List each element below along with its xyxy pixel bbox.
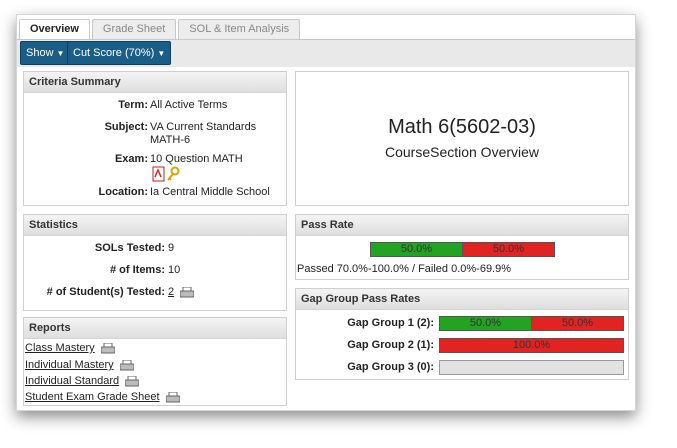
class-mastery-link[interactable]: Class Mastery — [25, 342, 95, 354]
students-tested-label: # of Student(s) Tested: — [46, 286, 165, 298]
pass-rate-header: Pass Rate — [296, 215, 628, 236]
course-subtitle: CourseSection Overview — [384, 144, 540, 160]
report-student-exam-grade-sheet: Student Exam Grade Sheet — [25, 391, 180, 403]
gap-group-2-bar: 100.0% — [439, 338, 624, 353]
printer-icon[interactable] — [165, 391, 180, 403]
individual-mastery-link[interactable]: Individual Mastery — [25, 359, 114, 371]
course-title: Math 6(5602-03) — [388, 116, 536, 138]
gap-group-1-bar: 50.0% 50.0% — [439, 316, 624, 331]
location-label: Location: — [98, 186, 149, 198]
pdf-icon[interactable] — [152, 166, 165, 182]
show-button-label: Show — [26, 47, 54, 59]
key-icon[interactable] — [167, 166, 180, 181]
tab-overview[interactable]: Overview — [19, 19, 90, 41]
statistics-panel: Statistics SOLs Tested: 9 # of Items: 10… — [23, 214, 287, 311]
gap-group-header: Gap Group Pass Rates — [296, 289, 628, 310]
criteria-summary-header: Criteria Summary — [24, 72, 286, 93]
subject-value-line2: MATH-6 — [150, 134, 191, 146]
gap-group-1-pass-segment: 50.0% — [440, 317, 532, 330]
tab-grade-sheet[interactable]: Grade Sheet — [91, 19, 177, 39]
items-label: # of Items: — [109, 264, 165, 276]
reports-header: Reports — [24, 318, 286, 339]
report-individual-mastery: Individual Mastery — [25, 359, 134, 371]
gap-group-panel: Gap Group Pass Rates Gap Group 1 (2): 50… — [295, 288, 629, 380]
student-exam-grade-sheet-link[interactable]: Student Exam Grade Sheet — [25, 391, 160, 403]
pass-fail-range: Passed 70.0%-100.0% / Failed 0.0%-69.9% — [297, 263, 512, 275]
tab-sol-item-analysis[interactable]: SOL & Item Analysis — [178, 19, 301, 39]
criteria-summary-panel: Criteria Summary Term: All Active Terms … — [23, 71, 287, 206]
gap-group-1-label: Gap Group 1 (2): — [347, 317, 434, 329]
term-label: Term: — [118, 99, 148, 111]
term-value: All Active Terms — [150, 99, 228, 111]
printer-icon[interactable] — [100, 342, 115, 354]
report-class-mastery: Class Mastery — [25, 342, 115, 354]
cut-score-label: Cut Score (70%) — [73, 47, 155, 59]
printer-icon[interactable] — [119, 359, 134, 371]
sols-tested-value: 9 — [168, 242, 175, 254]
exam-label: Exam: — [114, 153, 148, 165]
students-tested-link[interactable]: 2 — [168, 286, 174, 298]
toolbar: Show ▼ Cut Score (70%) ▼ — [17, 40, 635, 67]
fail-segment: 50.0% — [463, 243, 554, 256]
pass-rate-panel: Pass Rate 50.0% 50.0% Passed 70.0%-100.0… — [295, 214, 629, 280]
tab-bar: Overview Grade Sheet SOL & Item Analysis — [19, 19, 302, 41]
cut-score-button[interactable]: Cut Score (70%) ▼ — [67, 41, 172, 65]
gap-group-3-label: Gap Group 3 (0): — [347, 361, 434, 373]
printer-icon[interactable] — [180, 286, 195, 298]
exam-icons — [152, 166, 180, 182]
pass-segment: 50.0% — [371, 243, 463, 256]
report-individual-standard: Individual Standard — [25, 375, 140, 387]
chevron-down-icon: ▼ — [56, 49, 65, 58]
statistics-header: Statistics — [24, 215, 286, 236]
chevron-down-icon: ▼ — [157, 49, 166, 58]
subject-label: Subject: — [104, 121, 148, 133]
app-frame: Overview Grade Sheet SOL & Item Analysis… — [16, 14, 636, 411]
gap-group-3-bar — [439, 360, 624, 375]
printer-icon[interactable] — [125, 375, 140, 387]
students-tested-cell: 2 — [168, 286, 195, 298]
gap-group-3-empty-segment — [440, 361, 623, 374]
show-button[interactable]: Show ▼ — [20, 41, 71, 65]
pass-rate-bar: 50.0% 50.0% — [370, 242, 555, 257]
exam-value: 10 Question MATH — [150, 153, 243, 165]
course-title-panel: Math 6(5602-03) CourseSection Overview — [295, 71, 629, 206]
sols-tested-label: SOLs Tested: — [94, 242, 165, 254]
gap-group-1-fail-segment: 50.0% — [532, 317, 623, 330]
gap-group-2-fail-segment: 100.0% — [440, 339, 623, 352]
individual-standard-link[interactable]: Individual Standard — [25, 375, 119, 387]
gap-group-2-label: Gap Group 2 (1): — [347, 339, 434, 351]
subject-value-line1: VA Current Standards — [150, 121, 257, 133]
reports-panel: Reports Class Mastery Individual Mastery… — [23, 317, 287, 406]
location-value: Ia Central Middle School — [150, 186, 270, 198]
items-value: 10 — [168, 264, 181, 276]
